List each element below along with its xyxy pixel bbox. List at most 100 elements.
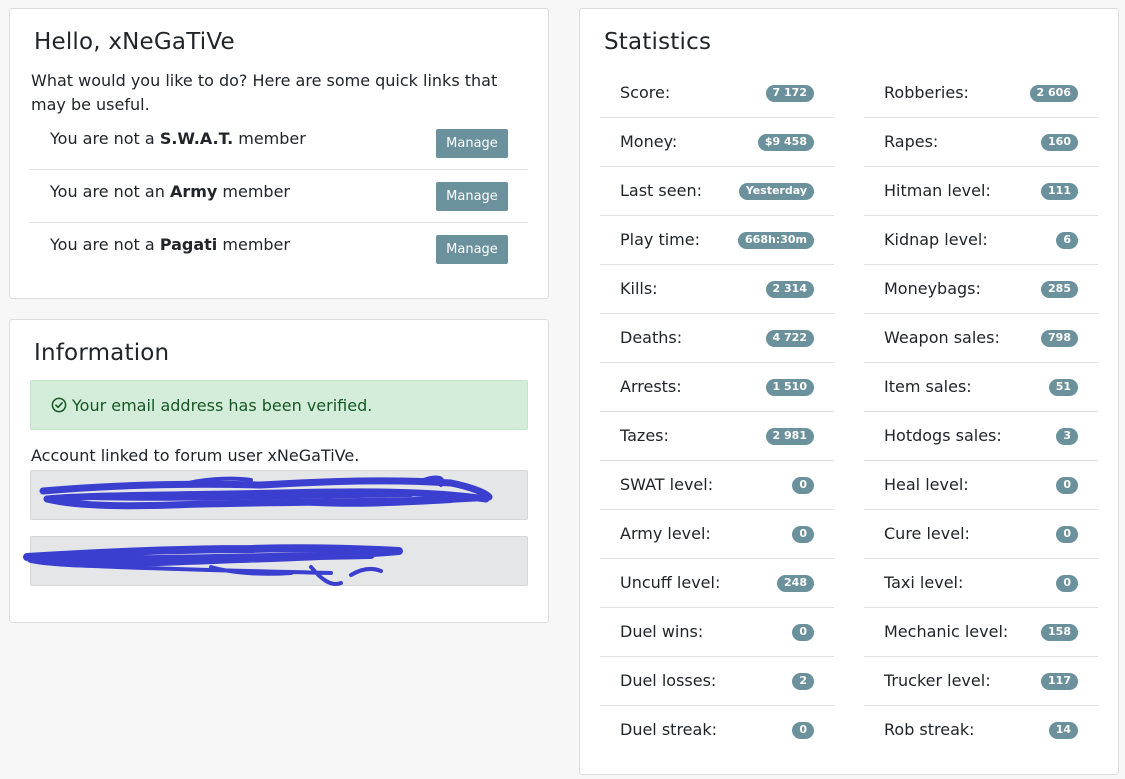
redacted-field-2: [23, 536, 528, 586]
stat-label: Duel wins:: [620, 622, 704, 641]
stat-label: Deaths:: [620, 328, 683, 347]
stat-value-badge: 0: [792, 526, 814, 543]
stat-row: Deaths: 4 722: [600, 314, 834, 363]
information-title: Information: [34, 340, 170, 366]
redaction-scribble: [39, 475, 493, 510]
stat-row: Hotdogs sales: 3: [864, 412, 1098, 461]
stat-value-badge: 248: [777, 575, 814, 592]
stat-value-badge: 1 510: [765, 379, 814, 396]
membership-list: You are not a S.W.A.T. member Manage You…: [30, 117, 528, 276]
stat-value-badge: 117: [1041, 673, 1078, 690]
membership-row-pagati: You are not a Pagati member Manage: [30, 223, 528, 276]
stat-label: SWAT level:: [620, 475, 714, 494]
stat-value-badge: 0: [792, 624, 814, 641]
membership-row-army: You are not an Army member Manage: [30, 170, 528, 223]
stat-row: Cure level: 0: [864, 510, 1098, 559]
hello-title: Hello, xNeGaTiVe: [34, 29, 235, 55]
stat-value-badge: 2: [792, 673, 814, 690]
stat-row: Item sales: 51: [864, 363, 1098, 412]
stat-row: Play time: 668h:30m: [600, 216, 834, 265]
stat-label: Item sales:: [884, 377, 972, 396]
check-circle-icon: [51, 397, 67, 413]
stat-row: Army level: 0: [600, 510, 834, 559]
stat-label: Hitman level:: [884, 181, 991, 200]
stat-row: Duel losses: 2: [600, 657, 834, 706]
stat-value-badge: 14: [1048, 722, 1078, 739]
email-verified-text: Your email address has been verified.: [72, 395, 373, 415]
stat-row: Money: $9 458: [600, 118, 834, 167]
stat-row: Kills: 2 314: [600, 265, 834, 314]
membership-text-swat: You are not a S.W.A.T. member: [50, 129, 306, 148]
hello-intro: What would you like to do? Here are some…: [31, 71, 498, 114]
manage-pagati-button[interactable]: Manage: [436, 235, 508, 264]
stat-label: Score:: [620, 83, 671, 102]
membership-row-swat: You are not a S.W.A.T. member Manage: [30, 117, 528, 170]
stat-label: Money:: [620, 132, 678, 151]
stat-value-badge: 3: [1056, 428, 1078, 445]
stat-label: Uncuff level:: [620, 573, 721, 592]
stat-row: Kidnap level: 6: [864, 216, 1098, 265]
stat-row: Robberies: 2 606: [864, 69, 1098, 118]
stats-right-column: Robberies: 2 606 Rapes: 160 Hitman level: 111…: [864, 69, 1098, 755]
stat-row: Duel streak: 0: [600, 706, 834, 755]
stat-label: Robberies:: [884, 83, 969, 102]
stat-value-badge: 798: [1041, 330, 1078, 347]
stat-row: Duel wins: 0: [600, 608, 834, 657]
stat-label: Taxi level:: [884, 573, 964, 592]
linked-account-text: Account linked to forum user xNeGaTiVe.: [31, 446, 360, 465]
stat-row: Mechanic level: 158: [864, 608, 1098, 657]
stat-value-badge: 2 314: [765, 281, 814, 298]
stat-row: Rapes: 160: [864, 118, 1098, 167]
stat-value-badge: Yesterday: [738, 183, 814, 200]
stat-label: Cure level:: [884, 524, 970, 543]
statistics-card: Statistics Score: 7 172 Money: $9 458 Last s…: [579, 8, 1119, 775]
stat-value-badge: 4 722: [765, 330, 814, 347]
stat-value-badge: 158: [1041, 624, 1078, 641]
stat-label: Duel streak:: [620, 720, 717, 739]
stat-row: Last seen: Yesterday: [600, 167, 834, 216]
stat-label: Play time:: [620, 230, 700, 249]
stat-value-badge: 2 981: [765, 428, 814, 445]
stat-label: Heal level:: [884, 475, 969, 494]
stat-row: Score: 7 172: [600, 69, 834, 118]
stat-value-badge: 0: [792, 722, 814, 739]
stat-value-badge: $9 458: [757, 134, 814, 151]
stat-row: Tazes: 2 981: [600, 412, 834, 461]
redaction-scribble: [23, 544, 403, 586]
stat-label: Army level:: [620, 524, 711, 543]
stat-value-badge: 51: [1048, 379, 1078, 396]
manage-swat-button[interactable]: Manage: [436, 129, 508, 158]
stat-value-badge: 0: [1056, 477, 1078, 494]
stat-value-badge: 285: [1041, 281, 1078, 298]
stat-value-badge: 6: [1056, 232, 1078, 249]
stat-label: Rob streak:: [884, 720, 975, 739]
stat-row: Trucker level: 117: [864, 657, 1098, 706]
stat-value-badge: 0: [1056, 526, 1078, 543]
email-verified-alert: Your email address has been verified.: [30, 380, 528, 430]
stat-row: Taxi level: 0: [864, 559, 1098, 608]
stat-label: Trucker level:: [884, 671, 991, 690]
redacted-field-1: [30, 470, 528, 520]
manage-army-button[interactable]: Manage: [436, 182, 508, 211]
hello-card: Hello, xNeGaTiVe What would you like to …: [9, 8, 549, 299]
stat-value-badge: 160: [1041, 134, 1078, 151]
stat-row: SWAT level: 0: [600, 461, 834, 510]
stat-value-badge: 7 172: [765, 85, 814, 102]
stat-label: Kidnap level:: [884, 230, 988, 249]
stat-label: Hotdogs sales:: [884, 426, 1002, 445]
stat-row: Weapon sales: 798: [864, 314, 1098, 363]
stat-label: Moneybags:: [884, 279, 981, 298]
stat-value-badge: 0: [792, 477, 814, 494]
stat-label: Tazes:: [620, 426, 669, 445]
stat-label: Arrests:: [620, 377, 682, 396]
stat-row: Rob streak: 14: [864, 706, 1098, 755]
stat-value-badge: 0: [1056, 575, 1078, 592]
stat-value-badge: 111: [1041, 183, 1078, 200]
stat-label: Rapes:: [884, 132, 939, 151]
stat-row: Hitman level: 111: [864, 167, 1098, 216]
statistics-title: Statistics: [604, 29, 712, 55]
information-card: Information Your email address has been …: [9, 319, 549, 623]
stat-row: Arrests: 1 510: [600, 363, 834, 412]
stat-value-badge: 668h:30m: [738, 232, 814, 249]
stat-row: Moneybags: 285: [864, 265, 1098, 314]
